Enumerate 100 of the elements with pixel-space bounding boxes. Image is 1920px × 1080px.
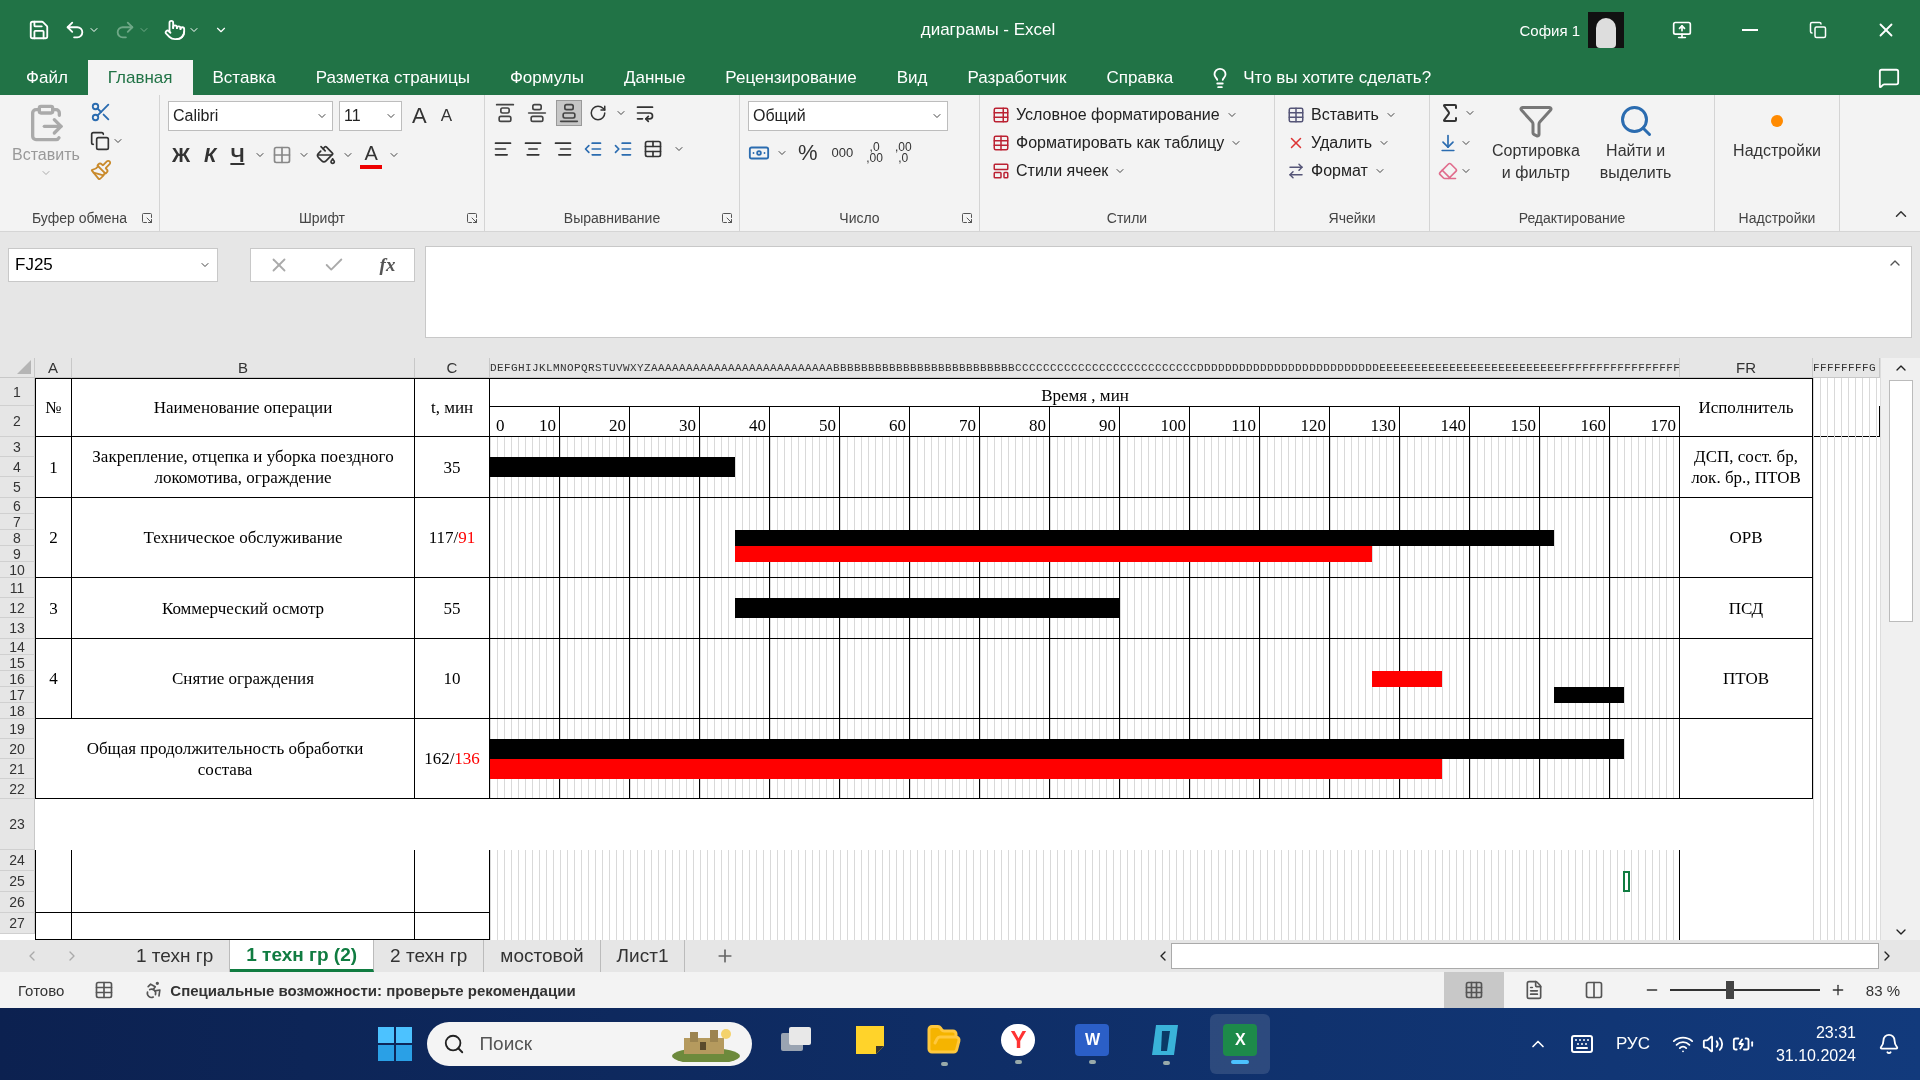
cells-menu-button[interactable]: Вставить xyxy=(1283,101,1401,129)
touch-mode-icon[interactable] xyxy=(164,19,186,41)
name-box[interactable]: FJ25 xyxy=(8,248,218,282)
menu-tab[interactable]: Разработчик xyxy=(947,60,1087,95)
row-header[interactable]: 20 xyxy=(0,739,35,759)
row-header[interactable]: 13 xyxy=(0,618,35,639)
taskbar-app[interactable]: X xyxy=(1210,1014,1271,1074)
align-left-icon[interactable] xyxy=(493,139,513,159)
insert-function-button[interactable]: fx xyxy=(377,254,398,276)
dialog-launcher-icon[interactable] xyxy=(141,212,153,224)
menu-tab[interactable]: Вид xyxy=(876,60,948,95)
percent-button[interactable]: % xyxy=(794,141,822,165)
dialog-launcher-icon[interactable] xyxy=(961,212,973,224)
column-header[interactable]: C xyxy=(415,358,490,378)
font-size-field[interactable]: 11 xyxy=(339,101,402,131)
user-name[interactable]: София 1 xyxy=(1519,21,1580,39)
menu-tab[interactable]: Вставка xyxy=(192,60,296,95)
align-center-icon[interactable] xyxy=(523,139,543,159)
row-header[interactable]: 8 xyxy=(0,530,35,546)
search-box[interactable]: Поиск xyxy=(427,1022,753,1066)
horizontal-scrollbar[interactable] xyxy=(1171,943,1879,969)
volume-icon[interactable] xyxy=(1701,1033,1724,1055)
dialog-launcher-icon[interactable] xyxy=(466,212,478,224)
tell-me-search[interactable]: Что вы хотите сделать? xyxy=(1243,67,1432,88)
menu-tab[interactable]: Главная xyxy=(87,60,193,95)
vertical-align-button[interactable] xyxy=(525,101,549,125)
column-headers[interactable]: DEFGHIJKLMNOPQRSTUVWXYZAAAAAAAAAAAAAAAAAAAAAAAAAABBBBBBBBBBBBBBBBBBBBBBBBBBCCCCCCCCCCCCCCCCCCCCCCCCCCDDDDDDDDDDDDDDDDDDDDDDDDDDEEEEEEEEEEEEEEEEEEEEEEEEEEFFFFFFFFFFFFFFFFF xyxy=(490,358,1680,378)
row-header[interactable]: 9 xyxy=(0,546,35,562)
search-field[interactable]: Поиск xyxy=(477,1032,659,1056)
increase-decimal-button[interactable]: ,0 ,00 xyxy=(863,142,886,164)
row-header[interactable]: 7 xyxy=(0,514,35,530)
find-select-button[interactable]: Найти и выделить xyxy=(1595,101,1676,185)
menu-tab[interactable]: Данные xyxy=(603,60,706,95)
row-header[interactable]: 4 xyxy=(0,457,35,477)
borders-icon[interactable] xyxy=(272,145,293,165)
row-header[interactable]: 6 xyxy=(0,498,35,514)
row-header[interactable]: 3 xyxy=(0,437,35,457)
orientation-icon[interactable] xyxy=(589,104,607,122)
align-right-icon[interactable] xyxy=(553,139,573,159)
row-header[interactable]: 25 xyxy=(0,871,35,892)
row-header[interactable]: 27 xyxy=(0,913,35,934)
sheet-tab[interactable]: 1 техн гр (2) xyxy=(230,940,375,972)
cells-menu-button[interactable]: Формат xyxy=(1283,157,1390,185)
add-ins-button[interactable]: Надстройки xyxy=(1729,101,1825,163)
styles-menu-button[interactable]: Условное форматирование xyxy=(988,101,1242,129)
column-header[interactable]: A xyxy=(35,358,72,378)
copy-icon[interactable] xyxy=(89,131,110,151)
font-color-button[interactable]: A xyxy=(360,141,382,169)
fill-icon[interactable] xyxy=(1438,133,1458,153)
row-header[interactable]: 19 xyxy=(0,719,35,739)
decrease-decimal-button[interactable]: ,00 ,0 xyxy=(891,142,915,164)
row-header[interactable]: 1 xyxy=(0,378,35,406)
taskbar-app[interactable]: W xyxy=(1062,1014,1123,1074)
grow-font-button[interactable]: A xyxy=(408,104,431,128)
accessibility-status[interactable]: Специальные возможности: проверьте рекомендации xyxy=(170,981,576,999)
row-header[interactable]: 18 xyxy=(0,703,35,719)
cells-menu-button[interactable]: Удалить xyxy=(1283,129,1395,157)
row-header[interactable]: 14 xyxy=(0,639,35,655)
formula-input[interactable] xyxy=(425,246,1912,338)
increase-indent-icon[interactable] xyxy=(613,139,633,159)
macro-recording-icon[interactable] xyxy=(94,980,115,1000)
row-header[interactable]: 24 xyxy=(0,850,35,871)
notifications-icon[interactable] xyxy=(1878,1033,1900,1055)
row-header[interactable]: 17 xyxy=(0,687,35,703)
fill-color-icon[interactable] xyxy=(316,145,337,165)
vertical-align-button[interactable] xyxy=(493,101,517,125)
keyboard-icon[interactable] xyxy=(1569,1032,1594,1056)
menu-tab[interactable]: Рецензирование xyxy=(705,60,877,95)
decrease-indent-icon[interactable] xyxy=(583,139,603,159)
row-header[interactable]: 12 xyxy=(0,598,35,618)
menu-tab[interactable]: Формулы xyxy=(489,60,604,95)
row-header[interactable]: 23 xyxy=(0,799,35,850)
language-indicator[interactable]: РУС xyxy=(1615,1034,1650,1054)
format-painter-icon[interactable] xyxy=(89,159,112,181)
row-header[interactable]: 5 xyxy=(0,477,35,498)
user-avatar[interactable] xyxy=(1588,12,1624,48)
underline-button[interactable]: Ч xyxy=(226,143,249,167)
row-header[interactable]: 11 xyxy=(0,578,35,598)
shrink-font-button[interactable]: A xyxy=(436,104,457,128)
dialog-launcher-icon[interactable] xyxy=(721,212,733,224)
start-button[interactable] xyxy=(377,1026,414,1062)
view-button[interactable] xyxy=(1443,972,1504,1008)
column-headers[interactable]: FFFFFFFFG xyxy=(1813,358,1880,378)
wrap-text-icon[interactable] xyxy=(635,103,655,123)
scroll-thumb[interactable] xyxy=(1888,380,1913,622)
comments-icon[interactable] xyxy=(1878,66,1900,89)
zoom-slider[interactable] xyxy=(1725,981,1734,999)
column-header[interactable]: FR xyxy=(1680,358,1813,378)
eraser-icon[interactable] xyxy=(1438,161,1458,181)
taskbar-app[interactable]: Y xyxy=(988,1014,1049,1074)
save-icon[interactable] xyxy=(28,19,50,41)
menu-tab[interactable]: Файл xyxy=(6,60,88,95)
italic-button[interactable]: К xyxy=(200,143,221,167)
merge-cells-icon[interactable] xyxy=(643,139,663,159)
selected-cell[interactable] xyxy=(1623,871,1630,892)
row-header[interactable]: 21 xyxy=(0,759,35,779)
undo-icon[interactable] xyxy=(64,19,86,41)
font-family-field[interactable]: Calibri xyxy=(168,101,333,131)
bold-button[interactable]: Ж xyxy=(168,143,195,167)
column-header[interactable]: B xyxy=(72,358,415,378)
